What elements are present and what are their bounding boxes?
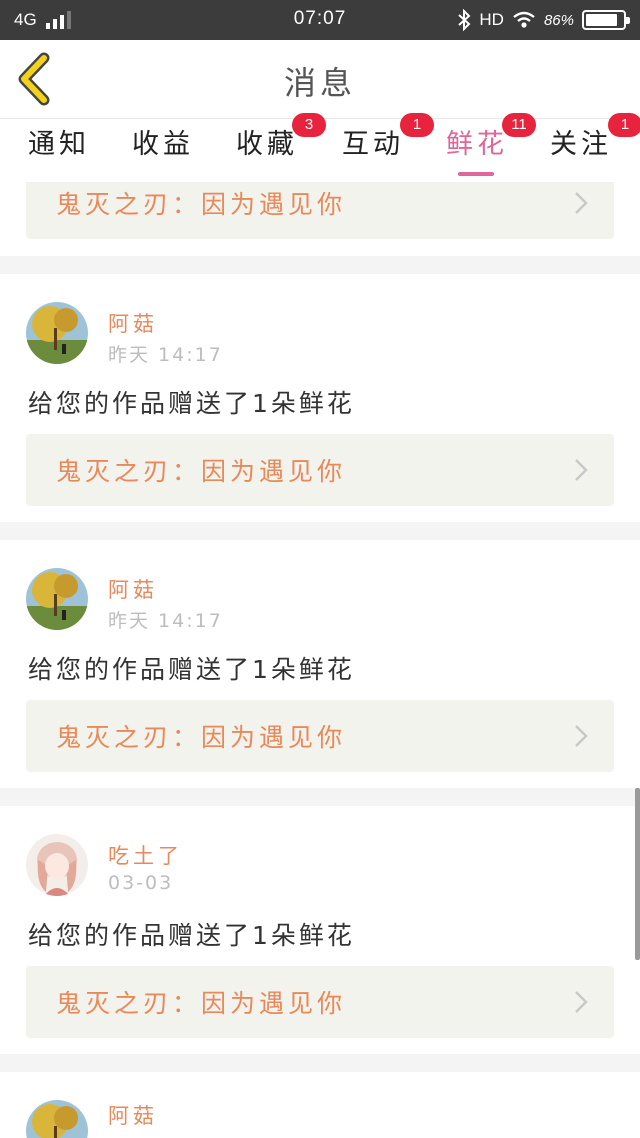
work-title: 鬼灭之刃：因为遇见你 [56, 457, 347, 486]
title-bar: 消息 [0, 40, 640, 118]
avatar[interactable] [26, 568, 88, 630]
message-text: 给您的作品赠送了1朵鲜花 [28, 921, 355, 950]
battery-percent: 86% [543, 11, 574, 29]
message-time: 昨天 14:17 [108, 344, 223, 366]
tab-earnings[interactable]: 收益 [132, 127, 194, 179]
user-name[interactable]: 阿菇 [108, 574, 158, 604]
tab-label: 收益 [132, 129, 194, 160]
user-name[interactable]: 吃土了 [108, 840, 183, 870]
work-link[interactable]: 鬼灭之刃：因为遇见你 [26, 434, 614, 506]
chevron-right-icon [575, 459, 588, 481]
tab-label: 收藏 [236, 129, 298, 160]
status-bar: 4G 07:07 HD 86% [0, 0, 640, 40]
work-link[interactable]: 鬼灭之刃：因为遇见你 [26, 182, 614, 239]
work-link[interactable]: 鬼灭之刃：因为遇见你 [26, 966, 614, 1038]
chevron-right-icon [575, 725, 588, 747]
bluetooth-icon [458, 9, 471, 31]
active-tab-indicator [458, 172, 494, 176]
tab-favorites[interactable]: 收藏 3 [236, 113, 326, 179]
chevron-left-icon [18, 52, 50, 106]
tab-label: 鲜花 [446, 129, 508, 160]
work-title: 鬼灭之刃：因为遇见你 [56, 190, 347, 219]
tab-notifications[interactable]: 通知 [28, 127, 90, 179]
avatar[interactable] [26, 1100, 88, 1138]
message-card: 鬼灭之刃：因为遇见你 [0, 182, 640, 256]
message-time: 03-03 [108, 872, 174, 894]
tab-label: 通知 [28, 129, 90, 160]
hd-label: HD [479, 10, 504, 29]
tab-interactions[interactable]: 互动 1 [342, 113, 434, 179]
message-card: 阿菇 昨天 14:17 给您的作品赠送了1朵鲜花 鬼灭之刃：因为遇见你 [0, 274, 640, 522]
unread-badge: 1 [400, 113, 434, 137]
work-title: 鬼灭之刃：因为遇见你 [56, 989, 347, 1018]
unread-badge: 1 [608, 113, 640, 137]
message-card: 阿菇 [0, 1072, 640, 1138]
message-feed[interactable]: 鬼灭之刃：因为遇见你 阿菇 昨天 14:17 给您的作品赠送了1朵鲜花 鬼灭之刃… [0, 182, 640, 1138]
message-time: 昨天 14:17 [108, 610, 223, 632]
tab-label: 关注 [550, 129, 612, 160]
avatar[interactable] [26, 302, 88, 364]
avatar-landscape-icon [26, 568, 88, 630]
tab-follows[interactable]: 关注 1 [550, 113, 640, 179]
work-title: 鬼灭之刃：因为遇见你 [56, 723, 347, 752]
avatar-landscape-icon [26, 302, 88, 364]
user-name[interactable]: 阿菇 [108, 308, 158, 338]
message-text: 给您的作品赠送了1朵鲜花 [28, 389, 355, 418]
scrollbar[interactable] [635, 788, 640, 960]
message-text: 给您的作品赠送了1朵鲜花 [28, 655, 355, 684]
message-card: 阿菇 昨天 14:17 给您的作品赠送了1朵鲜花 鬼灭之刃：因为遇见你 [0, 540, 640, 788]
tab-label: 互动 [342, 129, 404, 160]
chevron-right-icon [575, 991, 588, 1013]
avatar[interactable] [26, 834, 88, 896]
chevron-right-icon [575, 192, 588, 214]
battery-icon [582, 10, 630, 30]
wifi-icon [513, 11, 535, 28]
work-link[interactable]: 鬼灭之刃：因为遇见你 [26, 700, 614, 772]
unread-badge: 3 [292, 113, 326, 137]
message-card: 吃土了 03-03 给您的作品赠送了1朵鲜花 鬼灭之刃：因为遇见你 [0, 806, 640, 1054]
page-title: 消息 [283, 64, 356, 102]
avatar-landscape-icon [26, 1100, 88, 1138]
battery-level [586, 14, 617, 26]
avatar-girl-icon [26, 834, 88, 896]
unread-badge: 11 [502, 113, 536, 137]
tab-bar: 通知 收益 收藏 3 互动 1 鲜花 11 关注 1 [0, 113, 640, 182]
tab-flowers[interactable]: 鲜花 11 [446, 113, 536, 179]
back-button[interactable] [10, 52, 64, 106]
user-name[interactable]: 阿菇 [108, 1100, 158, 1130]
